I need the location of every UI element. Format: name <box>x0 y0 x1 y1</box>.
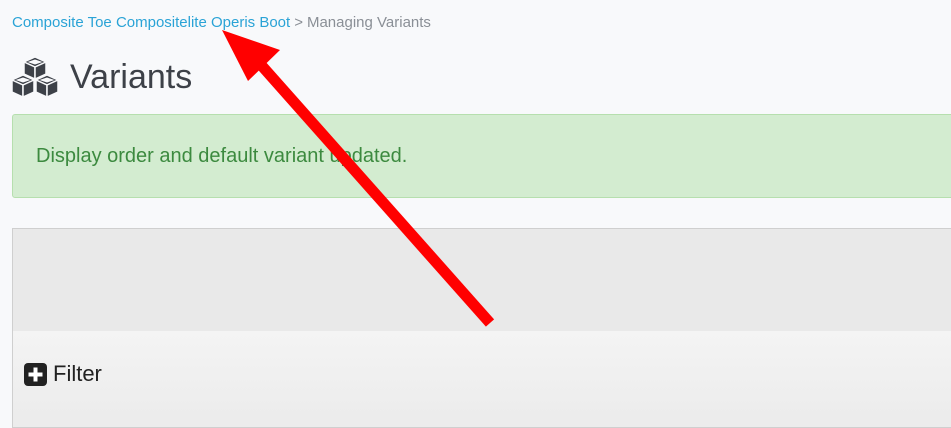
plus-square-icon <box>24 362 47 386</box>
variants-panel: Filter <box>12 228 951 428</box>
breadcrumb-product-link[interactable]: Composite Toe Compositelite Operis Boot <box>12 14 290 31</box>
breadcrumb: Composite Toe Compositelite Operis Boot >… <box>12 13 431 33</box>
page-title: Variants <box>70 58 193 96</box>
breadcrumb-separator: > <box>294 14 303 31</box>
page-header: Variants <box>10 52 192 102</box>
filter-label: Filter <box>53 361 102 386</box>
filter-toggle[interactable]: Filter <box>13 331 951 417</box>
success-alert: Display order and default variant update… <box>12 114 951 198</box>
cubes-icon <box>10 55 60 99</box>
alert-message: Display order and default variant update… <box>36 144 408 167</box>
breadcrumb-current: Managing Variants <box>306 14 431 31</box>
panel-header <box>13 229 951 343</box>
